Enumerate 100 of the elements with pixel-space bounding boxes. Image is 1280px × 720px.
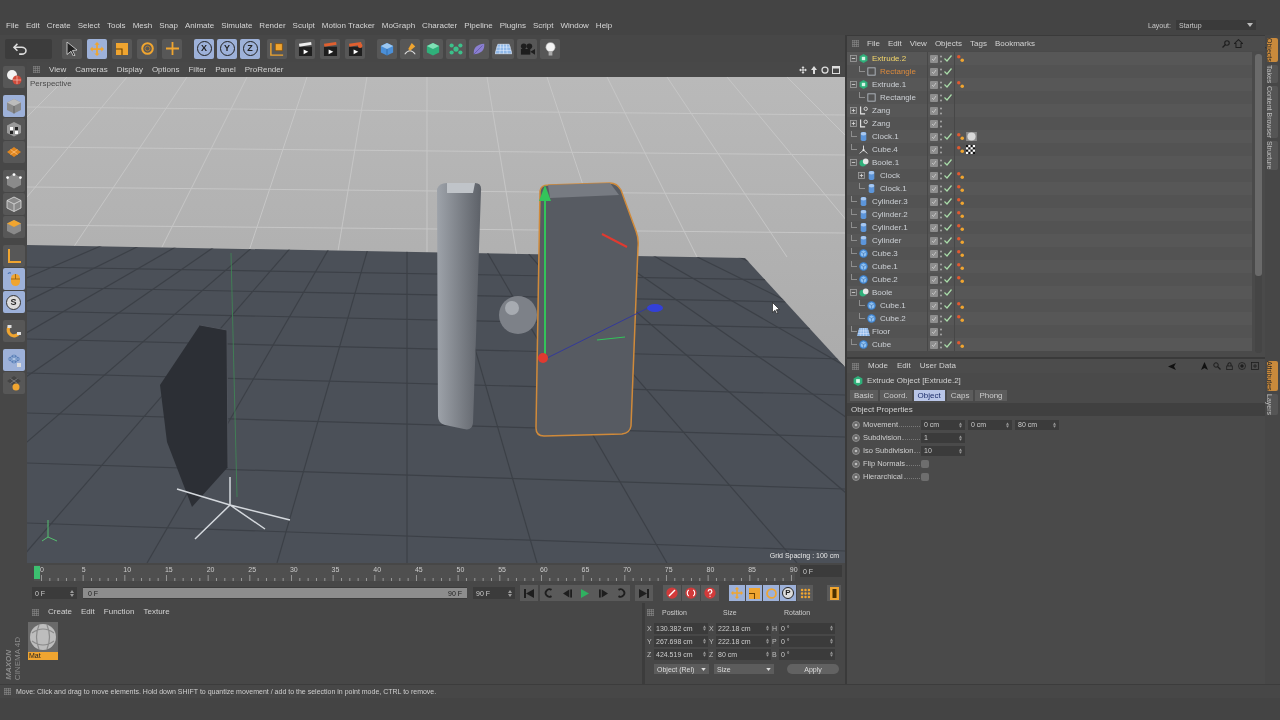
axis-lock-button[interactable]: X [194, 38, 214, 59]
generator-button[interactable] [423, 38, 443, 59]
menu-item[interactable]: Window [560, 22, 589, 30]
menu-item[interactable]: Sculpt [292, 22, 315, 30]
attribute-tab[interactable]: Basic [850, 390, 878, 401]
keyframe-selection-button[interactable] [701, 585, 719, 601]
cube-object-button[interactable] [377, 38, 397, 59]
menu-item[interactable]: Pipeline [464, 22, 493, 30]
checkbox[interactable] [921, 459, 929, 468]
coordinate-system-button[interactable] [267, 38, 287, 59]
menu-item[interactable]: Select [77, 22, 100, 30]
menu-item[interactable]: Mesh [132, 22, 153, 30]
home-icon[interactable] [1234, 39, 1243, 48]
object-row[interactable]: Clock.1 [847, 130, 1252, 143]
object-menu-item[interactable]: Objects [934, 39, 962, 48]
scrollbar[interactable] [1255, 54, 1262, 353]
object-row[interactable]: Cube.1 [847, 260, 1252, 273]
object-name[interactable]: Zang [872, 119, 891, 128]
deformer-button[interactable] [469, 38, 489, 59]
checkbox[interactable] [921, 472, 929, 481]
expand-icon[interactable] [850, 107, 857, 114]
collapse-icon[interactable] [850, 289, 857, 296]
object-name[interactable]: Clock.1 [880, 184, 907, 193]
record-button[interactable] [663, 585, 681, 601]
render-settings-button[interactable] [345, 38, 365, 59]
object-row[interactable]: Cube.1 [847, 299, 1252, 312]
object-row[interactable]: Cube [847, 338, 1252, 351]
material-preview[interactable] [28, 622, 58, 652]
object-row[interactable]: Cube.2 [847, 273, 1252, 286]
object-name[interactable]: Cylinder.1 [872, 223, 908, 232]
object-row[interactable]: Cylinder.1 [847, 221, 1252, 234]
panel-menu-icon[interactable] [32, 608, 39, 616]
collapse-icon[interactable] [850, 55, 857, 62]
object-row[interactable]: Boole.1 [847, 156, 1252, 169]
pen-spline-button[interactable] [400, 38, 420, 59]
rotate-tool-button[interactable] [137, 38, 157, 59]
object-row[interactable]: Zang [847, 117, 1252, 130]
object-name[interactable]: Clock [880, 171, 900, 180]
timeline-button[interactable] [827, 585, 841, 601]
menu-item[interactable]: Motion Tracker [321, 22, 375, 30]
object-name[interactable]: Cube.3 [872, 249, 898, 258]
menu-item[interactable]: Snap [159, 22, 178, 30]
menu-item[interactable]: Create [46, 22, 71, 30]
attribute-menu-item[interactable]: Edit [897, 362, 911, 370]
viewport-menu-item[interactable]: ProRender [244, 65, 284, 74]
object-row[interactable]: Cylinder.3 [847, 195, 1252, 208]
light-button[interactable] [540, 38, 560, 59]
object-name[interactable]: Cube.2 [872, 275, 898, 284]
object-menu-item[interactable]: Bookmarks [994, 39, 1035, 48]
object-row[interactable]: Zang [847, 104, 1252, 117]
menu-item[interactable]: Edit [25, 22, 40, 30]
viewport-menu-item[interactable]: Filter [188, 65, 207, 74]
previous-key-button[interactable] [540, 585, 558, 601]
object-row[interactable]: Clock.1 [847, 182, 1252, 195]
object-name[interactable]: Boole.1 [872, 158, 900, 167]
object-row[interactable]: Floor [847, 325, 1252, 338]
next-key-button[interactable] [612, 585, 630, 601]
mode-button[interactable] [2, 118, 25, 140]
attribute-tab[interactable]: Coord. [879, 390, 912, 401]
object-name[interactable]: Clock.1 [872, 132, 899, 141]
key-filter-button[interactable]: P [780, 585, 796, 601]
object-row[interactable]: Cylinder.2 [847, 208, 1252, 221]
menu-item[interactable]: Simulate [221, 22, 253, 30]
object-name[interactable]: Cube.1 [880, 301, 906, 310]
render-picture-button[interactable] [320, 38, 340, 59]
object-row[interactable]: Cube.4 [847, 143, 1252, 156]
object-name[interactable]: Extrude.1 [872, 80, 907, 89]
object-row[interactable]: Cube.2 [847, 312, 1252, 325]
object-name[interactable]: Boole [872, 288, 893, 297]
status-menu-icon[interactable] [4, 688, 11, 695]
object-row[interactable]: Extrude.1 [847, 78, 1252, 91]
object-menu-item[interactable]: Tags [970, 39, 987, 48]
cloner-button[interactable] [446, 38, 466, 59]
attribute-tab[interactable]: Caps [946, 390, 974, 401]
mode-button[interactable] [2, 170, 25, 192]
menu-item[interactable]: MoGraph [381, 22, 416, 30]
object-row[interactable]: Clock [847, 169, 1252, 182]
mode-button[interactable]: S [2, 291, 25, 313]
collapse-icon[interactable] [850, 81, 857, 88]
material-menu-item[interactable]: Function [103, 608, 135, 616]
maximize-icon[interactable] [832, 65, 840, 74]
object-row[interactable]: Rectangle [847, 91, 1252, 104]
scrollbar-thumb[interactable] [1255, 54, 1262, 276]
render-view-button[interactable] [295, 38, 315, 59]
object-menu-item[interactable]: View [909, 39, 927, 48]
move-tool-button[interactable] [87, 38, 107, 59]
target-icon[interactable] [1238, 362, 1246, 370]
menu-item[interactable]: Help [595, 22, 613, 30]
ring-icon[interactable] [821, 65, 829, 74]
menu-item[interactable]: Animate [184, 22, 215, 30]
object-name[interactable]: Zang [872, 106, 891, 115]
playhead-marker[interactable] [34, 566, 40, 579]
mode-button[interactable] [2, 349, 25, 371]
expand-icon[interactable] [850, 120, 857, 127]
search-icon[interactable] [1222, 39, 1230, 48]
move-arrows-icon[interactable] [799, 65, 807, 74]
mode-button[interactable] [2, 320, 25, 342]
menu-item[interactable]: Tools [106, 22, 126, 30]
object-name[interactable]: Cube.2 [880, 314, 906, 323]
scale-tool-button[interactable] [112, 38, 132, 59]
